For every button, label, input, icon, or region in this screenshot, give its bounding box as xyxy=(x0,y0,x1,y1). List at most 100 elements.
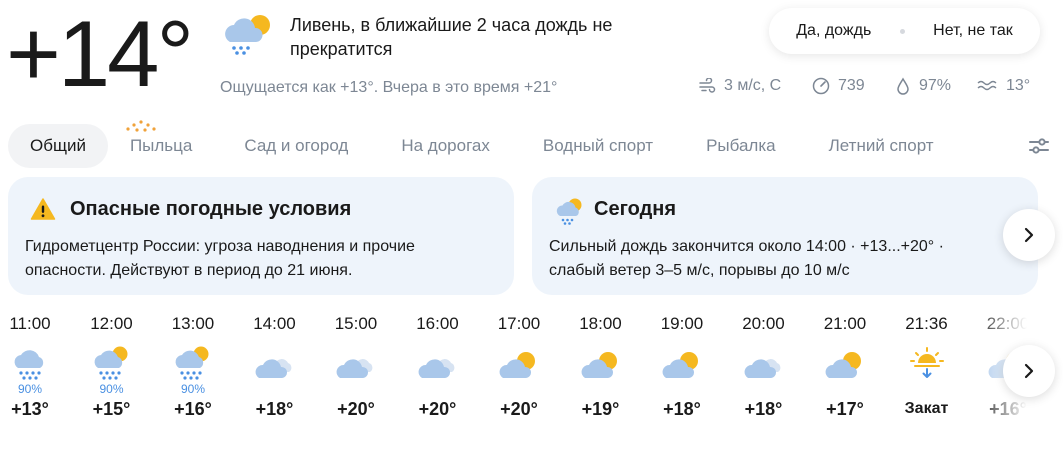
current-temperature: +14° xyxy=(6,1,194,106)
hour-time: 13:00 xyxy=(171,314,215,333)
partly-cloudy-icon xyxy=(486,344,552,382)
tab-water-sport[interactable]: Водный спорт xyxy=(521,124,675,168)
partly-cloudy-icon xyxy=(568,344,634,382)
hour-time: 17:00 xyxy=(497,314,541,333)
tab-pollen-label: Пыльца xyxy=(129,136,193,155)
water-temp-param: 13° xyxy=(976,77,1030,95)
today-summary-card[interactable]: Сегодня Сильный дождь закончится около 1… xyxy=(532,177,1038,295)
hourly-item: 21:00 +17° xyxy=(812,312,878,421)
hour-temperature: +20° xyxy=(500,399,538,419)
danger-card-title: Опасные погодные условия xyxy=(70,198,352,220)
hour-temperature: +20° xyxy=(418,399,457,419)
hourly-item: 13:00 90% +16° xyxy=(160,312,226,421)
precip-probability xyxy=(568,382,634,396)
cards-next-button[interactable] xyxy=(1003,209,1055,261)
settings-sliders-icon[interactable] xyxy=(1027,136,1051,156)
precip-probability xyxy=(649,382,715,396)
precip-probability xyxy=(323,382,389,396)
precip-probability: 90% xyxy=(17,382,43,396)
tab-summer-sport[interactable]: Летний спорт xyxy=(807,124,956,168)
pressure-param: 739 xyxy=(812,77,865,95)
hour-temperature: +15° xyxy=(92,399,131,419)
hourly-item: 16:00 +20° xyxy=(405,312,471,421)
hourly-item: 21:36 Закат xyxy=(894,312,960,421)
cloud-rain-icon xyxy=(0,344,63,382)
hourly-item: 19:00 +18° xyxy=(649,312,715,421)
forecast-feedback: Да, дождь Нет, не так xyxy=(769,8,1040,54)
hour-temperature: +16° xyxy=(174,399,212,419)
hour-time: 14:00 xyxy=(253,314,296,333)
hourly-item: 18:00 +19° xyxy=(568,312,634,421)
pressure-value: 739 xyxy=(838,77,865,94)
hour-time: 19:00 xyxy=(660,314,704,333)
forecast-tabs: Общий Пыльца Сад и огород На дорогах Вод… xyxy=(8,120,956,168)
precip-probability xyxy=(242,382,308,396)
precip-probability xyxy=(405,382,471,396)
hourly-item: 20:00 +18° xyxy=(731,312,797,421)
hour-temperature: +17° xyxy=(826,399,864,419)
hourly-item: 15:00 +20° xyxy=(323,312,389,421)
cloudy-icon xyxy=(405,344,471,382)
danger-alert-card[interactable]: Опасные погодные условия Гидрометцентр Р… xyxy=(8,177,514,295)
hourly-next-button[interactable] xyxy=(1003,345,1055,397)
hour-temperature: +19° xyxy=(581,399,620,419)
cloudy-icon xyxy=(731,344,797,382)
hour-temperature: +18° xyxy=(663,399,701,419)
cloudy-icon xyxy=(242,344,308,382)
chevron-right-icon xyxy=(1024,227,1034,243)
precip-probability xyxy=(486,382,552,396)
hour-time: 20:00 xyxy=(742,314,785,333)
cloudy-icon xyxy=(323,344,389,382)
precip-probability xyxy=(731,382,797,396)
hour-time: 15:00 xyxy=(334,314,378,333)
hour-temperature: +18° xyxy=(255,399,294,419)
hourly-item: 11:00 90% +13° xyxy=(0,312,63,421)
precip-probability: 90% xyxy=(180,382,206,396)
wind-param: 3 м/с, С xyxy=(698,77,781,95)
danger-card-text: Гидрометцентр России: угроза наводнения … xyxy=(25,238,415,279)
water-waves-icon xyxy=(977,80,997,91)
precip-probability xyxy=(812,382,878,396)
hourly-item: 17:00 +20° xyxy=(486,312,552,421)
hour-time: 11:00 xyxy=(9,314,51,333)
humidity-drop-icon xyxy=(897,77,909,95)
tab-general[interactable]: Общий xyxy=(8,124,108,168)
cloud-sun-rain-icon xyxy=(556,198,582,225)
today-card-text: Сильный дождь закончится около 14:00 · +… xyxy=(549,238,944,279)
feedback-no-button[interactable]: Нет, не так xyxy=(919,22,1027,40)
sunset-label: Закат xyxy=(904,400,949,417)
humidity-value: 97% xyxy=(919,77,952,94)
water-temp-value: 13° xyxy=(1006,77,1031,94)
hour-temperature: +13° xyxy=(11,399,49,419)
partly-cloudy-icon xyxy=(812,344,878,382)
tab-pollen[interactable]: Пыльца xyxy=(108,120,214,168)
hourly-item: 14:00 +18° xyxy=(242,312,308,421)
wind-icon xyxy=(699,78,716,93)
pollen-icon xyxy=(126,120,156,132)
tab-garden[interactable]: Сад и огород xyxy=(222,124,370,168)
cloud-sun-rain-icon xyxy=(160,344,226,382)
feedback-yes-button[interactable]: Да, дождь xyxy=(782,22,885,40)
hour-temperature: +18° xyxy=(744,399,783,419)
hour-time: 21:00 xyxy=(823,314,867,333)
hour-time: 21:36 xyxy=(905,314,948,333)
sunset-icon xyxy=(894,344,960,382)
hourly-item: 12:00 90% +15° xyxy=(79,312,145,421)
partly-cloudy-icon xyxy=(649,344,715,382)
pressure-gauge-icon xyxy=(812,77,830,95)
humidity-param: 97% xyxy=(895,77,951,95)
precip-probability: 90% xyxy=(99,382,124,396)
precip-probability xyxy=(894,382,960,396)
tab-roads[interactable]: На дорогах xyxy=(379,124,512,168)
wind-value: 3 м/с, С xyxy=(724,77,782,94)
cloud-sun-rain-icon xyxy=(79,344,145,382)
tab-fishing[interactable]: Рыбалка xyxy=(684,124,798,168)
warning-icon xyxy=(30,198,56,220)
hour-time: 12:00 xyxy=(90,314,133,333)
today-card-title: Сегодня xyxy=(594,198,677,220)
hour-temperature: +20° xyxy=(337,399,375,419)
hour-time: 18:00 xyxy=(579,314,622,333)
feels-like-text: Ощущается как +13°. Вчера в это время +2… xyxy=(220,79,558,96)
hour-time: 16:00 xyxy=(416,314,459,333)
feedback-separator xyxy=(899,28,905,34)
